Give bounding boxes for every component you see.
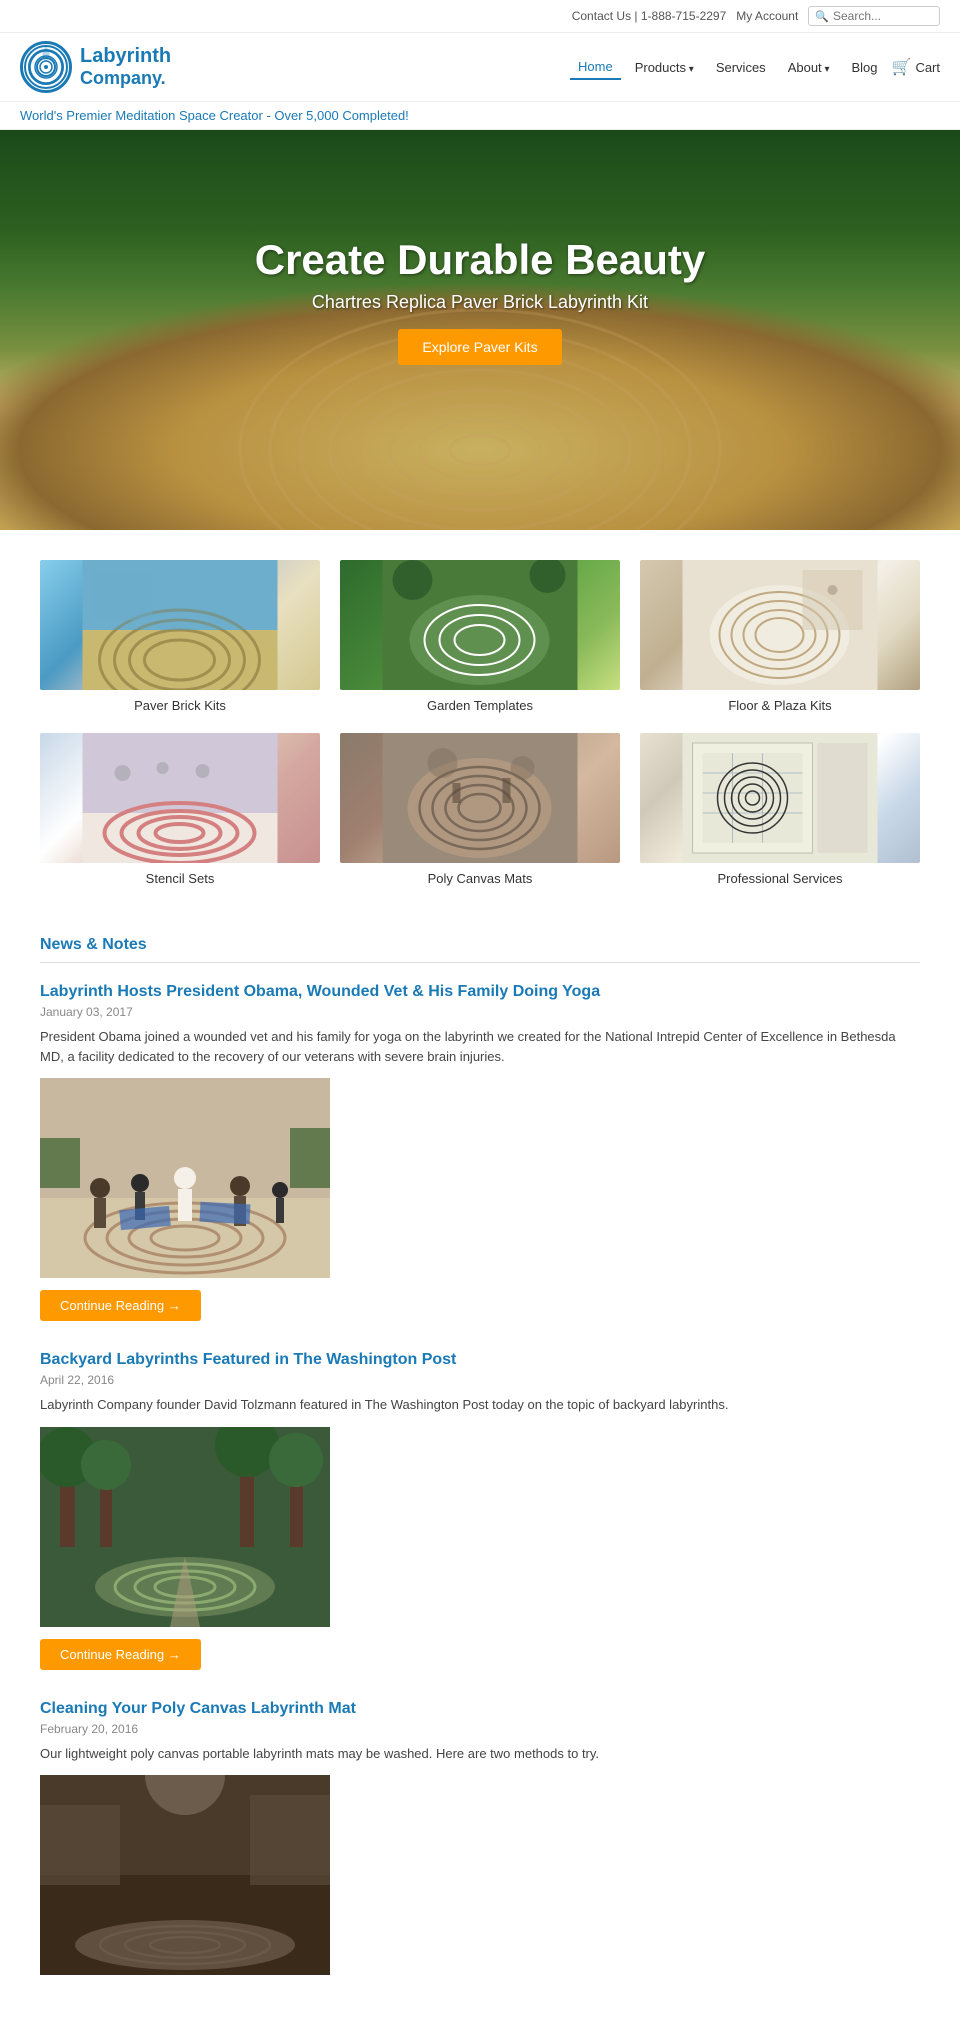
product-item-services[interactable]: Professional Services — [640, 733, 920, 886]
news-heading: News & Notes — [40, 936, 920, 963]
services-img-svg — [640, 733, 920, 863]
product-item-floor[interactable]: Floor & Plaza Kits — [640, 560, 920, 713]
product-image-garden — [340, 560, 620, 690]
news-section: News & Notes Labyrinth Hosts President O… — [0, 916, 960, 2025]
nav-home[interactable]: Home — [570, 55, 621, 80]
product-image-paver — [40, 560, 320, 690]
news-title-2[interactable]: Backyard Labyrinths Featured in The Wash… — [40, 1351, 920, 1369]
news-date-1: January 03, 2017 — [40, 1005, 920, 1019]
cart-button[interactable]: 🛒 Cart — [892, 57, 940, 77]
search-input[interactable] — [833, 9, 933, 23]
logo-text: Labyrinth Company. — [80, 44, 171, 90]
news-title-1[interactable]: Labyrinth Hosts President Obama, Wounded… — [40, 983, 920, 1001]
logo-line2: Company. — [80, 68, 171, 90]
hero-subtitle: Chartres Replica Paver Brick Labyrinth K… — [255, 292, 706, 313]
garden-img-svg — [340, 560, 620, 690]
nav-about[interactable]: About — [780, 56, 838, 79]
product-grid: Paver Brick Kits Garden Templates — [0, 530, 960, 916]
product-item-paver[interactable]: Paver Brick Kits — [40, 560, 320, 713]
hero-cta-button[interactable]: Explore Paver Kits — [398, 329, 561, 365]
product-image-services — [640, 733, 920, 863]
product-item-garden[interactable]: Garden Templates — [340, 560, 620, 713]
product-label-floor: Floor & Plaza Kits — [640, 698, 920, 713]
hero-section: Create Durable Beauty Chartres Replica P… — [0, 130, 960, 530]
product-label-garden: Garden Templates — [340, 698, 620, 713]
news2-svg — [40, 1427, 330, 1627]
product-label-stencil: Stencil Sets — [40, 871, 320, 886]
cart-label: Cart — [915, 60, 940, 75]
logo-line1: Labyrinth — [80, 44, 171, 68]
news-item-2: Backyard Labyrinths Featured in The Wash… — [40, 1351, 920, 1670]
news3-svg — [40, 1775, 330, 1975]
product-image-canvas — [340, 733, 620, 863]
hero-content: Create Durable Beauty Chartres Replica P… — [255, 236, 706, 365]
news-text-3: Our lightweight poly canvas portable lab… — [40, 1744, 920, 1764]
hero-title: Create Durable Beauty — [255, 236, 706, 284]
news-text-2: Labyrinth Company founder David Tolzmann… — [40, 1395, 920, 1415]
news-item-1: Labyrinth Hosts President Obama, Wounded… — [40, 983, 920, 1321]
stencil-img-svg — [40, 733, 320, 863]
news1-svg — [40, 1078, 330, 1278]
nav-products[interactable]: Products — [627, 56, 702, 79]
account-link[interactable]: My Account — [736, 9, 798, 23]
product-image-stencil — [40, 733, 320, 863]
cart-icon: 🛒 — [892, 57, 912, 77]
tagline: World's Premier Meditation Space Creator… — [0, 102, 960, 130]
news-date-3: February 20, 2016 — [40, 1722, 920, 1736]
news-date-2: April 22, 2016 — [40, 1373, 920, 1387]
news-image-1 — [40, 1078, 330, 1278]
product-label-paver: Paver Brick Kits — [40, 698, 320, 713]
canvas-img-svg — [340, 733, 620, 863]
top-bar: Contact Us | 1-888-715-2297 My Account 🔍 — [0, 0, 960, 33]
search-icon: 🔍 — [815, 10, 829, 23]
header: Labyrinth Company. Home Products Service… — [0, 33, 960, 102]
product-label-canvas: Poly Canvas Mats — [340, 871, 620, 886]
product-item-stencil[interactable]: Stencil Sets — [40, 733, 320, 886]
product-label-services: Professional Services — [640, 871, 920, 886]
logo: Labyrinth Company. — [20, 41, 171, 93]
news-image-2 — [40, 1427, 330, 1627]
logo-svg — [23, 44, 69, 90]
logo-icon — [20, 41, 72, 93]
floor-img-svg — [640, 560, 920, 690]
continue-reading-2[interactable]: Continue Reading → — [40, 1639, 201, 1670]
nav-services[interactable]: Services — [708, 56, 774, 79]
paver-img-svg — [40, 560, 320, 690]
nav-blog[interactable]: Blog — [843, 56, 885, 79]
product-image-floor — [640, 560, 920, 690]
search-wrap: 🔍 — [808, 6, 940, 26]
main-nav: Home Products Services About Blog 🛒 Cart — [570, 55, 940, 80]
news-image-3 — [40, 1775, 330, 1975]
contact-link[interactable]: Contact Us | 1-888-715-2297 — [572, 9, 727, 23]
product-item-canvas[interactable]: Poly Canvas Mats — [340, 733, 620, 886]
continue-reading-1[interactable]: Continue Reading → — [40, 1290, 201, 1321]
news-title-3[interactable]: Cleaning Your Poly Canvas Labyrinth Mat — [40, 1700, 920, 1718]
news-item-3: Cleaning Your Poly Canvas Labyrinth Mat … — [40, 1700, 920, 1976]
news-text-1: President Obama joined a wounded vet and… — [40, 1027, 920, 1066]
